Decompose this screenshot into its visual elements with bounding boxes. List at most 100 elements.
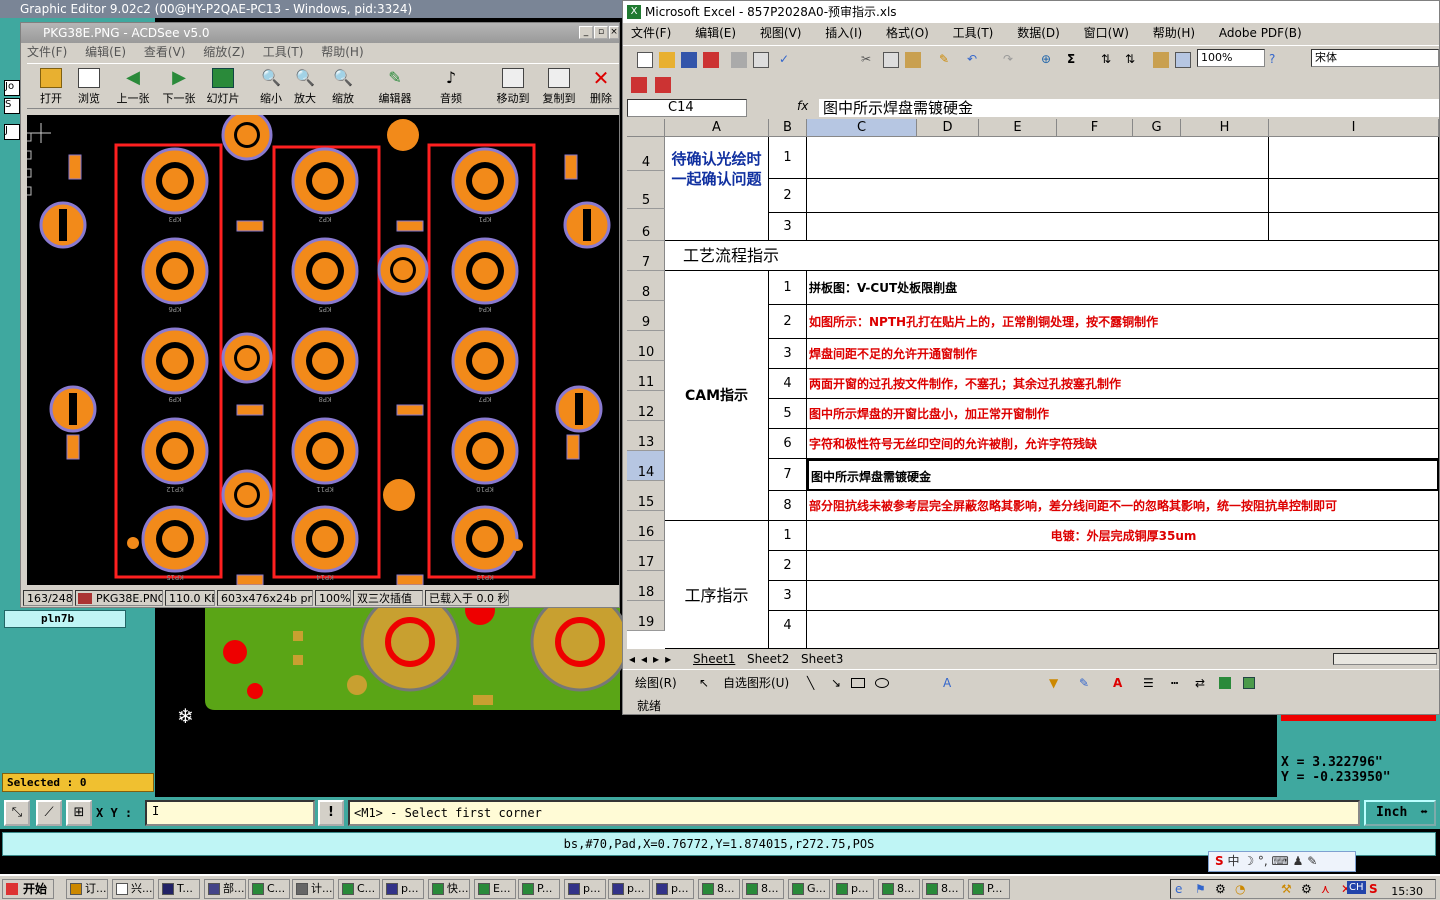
browse-button[interactable]: 浏览 — [67, 66, 111, 108]
print-icon[interactable] — [731, 52, 747, 68]
column-header-i[interactable]: I — [1269, 119, 1439, 137]
row-header-9[interactable]: 9 — [627, 301, 665, 331]
acd-menu-file[interactable]: 文件(F) — [27, 45, 67, 59]
cut-icon[interactable]: ✂ — [861, 52, 877, 68]
xl-menu-adobe[interactable]: Adobe PDF(B) — [1219, 26, 1302, 40]
horizontal-scrollbar[interactable] — [1333, 653, 1437, 665]
shadow-icon[interactable] — [1219, 677, 1231, 689]
taskbar-item[interactable]: G... — [788, 879, 830, 899]
process-item-text[interactable] — [807, 581, 1439, 611]
section-flow[interactable]: 工艺流程指示 — [665, 241, 1439, 271]
taskbar-item[interactable]: 8... — [922, 879, 964, 899]
next-button[interactable]: ▶ 下一张 — [157, 66, 201, 108]
column-header-c[interactable]: C — [807, 119, 917, 137]
ge-left-label-3[interactable]: J — [4, 124, 20, 140]
taskbar-item[interactable]: p... — [652, 879, 694, 899]
chart-wizard-icon[interactable] — [1153, 52, 1169, 68]
audio-button[interactable]: ♪ 音频 — [429, 66, 473, 108]
taskbar-item[interactable]: p... — [564, 879, 606, 899]
acd-menu-tools[interactable]: 工具(T) — [263, 45, 304, 59]
cam-item-text[interactable]: 如图所示：NPTH孔打在贴片上的，正常削铜处理，按不露铜制作 — [807, 305, 1439, 339]
confirm-cell[interactable] — [807, 137, 1269, 179]
ime-bar[interactable]: S 中 ☽ °, ⌨ ♟ ✎ — [1208, 851, 1356, 872]
taskbar-item[interactable]: p... — [608, 879, 650, 899]
confirm-cell[interactable] — [807, 179, 1269, 213]
sheet-tab-1[interactable]: Sheet1 — [693, 651, 735, 667]
print-preview-icon[interactable] — [753, 52, 769, 68]
prev-button[interactable]: ◀ 上一张 — [111, 66, 155, 108]
cam-item-num[interactable]: 3 — [769, 339, 807, 369]
sogou-icon[interactable]: S — [1369, 882, 1378, 896]
confirm-num[interactable]: 1 — [769, 137, 807, 179]
ge-left-label-2[interactable]: S — [4, 98, 20, 114]
start-button[interactable]: 开始 — [2, 879, 54, 899]
close-icon[interactable]: × — [609, 26, 619, 39]
taskbar-item[interactable]: C... — [248, 879, 290, 899]
taskbar-item[interactable]: T... — [158, 879, 200, 899]
process-item-text[interactable] — [807, 611, 1439, 649]
process-item-num[interactable]: 2 — [769, 551, 807, 581]
confirm-num[interactable]: 2 — [769, 179, 807, 213]
undo-icon[interactable]: ↶ — [967, 52, 983, 68]
cam-item-num[interactable]: 2 — [769, 305, 807, 339]
row-header-10[interactable]: 10 — [627, 331, 665, 361]
pointer-icon[interactable]: ↖ — [699, 670, 709, 696]
rectangle-icon[interactable] — [851, 678, 865, 688]
copy-icon[interactable] — [883, 52, 899, 68]
row-header-6[interactable]: 6 — [627, 209, 665, 241]
font-color-icon[interactable]: A — [1113, 670, 1122, 696]
zoom-select[interactable]: 100% — [1197, 49, 1265, 67]
sheet-tab-3[interactable]: Sheet3 — [801, 651, 843, 667]
xl-menu-insert[interactable]: 插入(I) — [825, 26, 862, 40]
sort-asc-icon[interactable]: ⇅ — [1101, 52, 1117, 68]
line-color-icon[interactable]: ✎ — [1079, 670, 1089, 696]
xl-menu-view[interactable]: 视图(V) — [760, 26, 802, 40]
row-header-5[interactable]: 5 — [627, 171, 665, 209]
xy-input[interactable]: I — [145, 800, 315, 826]
new-icon[interactable] — [637, 52, 653, 68]
taskbar-item[interactable]: 8... — [742, 879, 784, 899]
safety-icon[interactable]: ⚙ — [1215, 882, 1226, 896]
tray-app3-icon[interactable]: ⋏ — [1321, 882, 1330, 896]
row-header-12[interactable]: 12 — [627, 391, 665, 421]
taskbar-item[interactable]: 兴... — [112, 879, 154, 899]
xl-menu-window[interactable]: 窗口(W) — [1084, 26, 1129, 40]
arrow-style-icon[interactable]: ⇄ — [1195, 670, 1205, 696]
row-header-18[interactable]: 18 — [627, 571, 665, 601]
row-header-11[interactable]: 11 — [627, 361, 665, 391]
process-item-num[interactable]: 3 — [769, 581, 807, 611]
sort-desc-icon[interactable]: ⇅ — [1125, 52, 1141, 68]
editor-button[interactable]: ✎ 编辑器 — [373, 66, 417, 108]
section-confirm[interactable]: 待确认光绘时一起确认问题 — [665, 137, 769, 241]
xl-menu-tools[interactable]: 工具(T) — [953, 26, 994, 40]
xl-menu-data[interactable]: 数据(D) — [1017, 26, 1060, 40]
process-item-num[interactable]: 4 — [769, 611, 807, 649]
draw-menu[interactable]: 绘图(R) — [635, 670, 677, 696]
confirm-cell-i[interactable] — [1269, 213, 1439, 241]
confirm-num[interactable]: 3 — [769, 213, 807, 241]
redo-icon[interactable]: ↷ — [1003, 52, 1019, 68]
row-header-17[interactable]: 17 — [627, 541, 665, 571]
minimize-icon[interactable]: _ — [579, 26, 593, 39]
taskbar-item[interactable]: 部... — [204, 879, 246, 899]
column-header-f[interactable]: F — [1057, 119, 1133, 137]
acd-menu-help[interactable]: 帮助(H) — [321, 45, 363, 59]
taskbar-item[interactable]: p... — [382, 879, 424, 899]
row-header-14[interactable]: 14 — [627, 451, 665, 481]
cam-item-num[interactable]: 7 — [769, 459, 807, 491]
3d-icon[interactable] — [1243, 677, 1255, 689]
xl-menu-help[interactable]: 帮助(H) — [1153, 26, 1195, 40]
dash-style-icon[interactable]: ┅ — [1171, 670, 1178, 696]
clock-tray-icon[interactable]: ◔ — [1235, 882, 1245, 896]
help-icon[interactable]: ? — [1269, 52, 1285, 68]
oval-icon[interactable] — [875, 678, 889, 688]
selected-cell-c14[interactable]: 图中所示焊盘需镀硬金 — [807, 459, 1439, 491]
column-header-b[interactable]: B — [769, 119, 807, 137]
process-item-num[interactable]: 1 — [769, 521, 807, 551]
column-header-d[interactable]: D — [917, 119, 979, 137]
process-item-text[interactable] — [807, 551, 1439, 581]
xl-menu-format[interactable]: 格式(O) — [886, 26, 929, 40]
name-box[interactable]: C14 — [627, 99, 747, 117]
font-select[interactable]: 宋体 — [1311, 49, 1439, 67]
taskbar-item[interactable]: 订... — [66, 879, 108, 899]
